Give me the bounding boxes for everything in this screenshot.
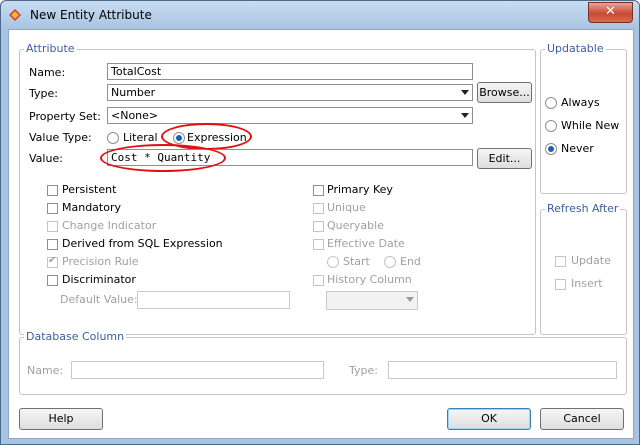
dialog-window: New Entity Attribute ✕ Attribute Name: T… (0, 0, 640, 445)
database-column-group: Database Column Name: Type: (19, 330, 627, 395)
chevron-down-icon (406, 297, 414, 302)
effective-date-label: Effective Date (327, 237, 405, 250)
end-label: End (400, 255, 421, 268)
dialog-body: Attribute Name: TotalCost Type: Number B… (8, 29, 634, 439)
derived-sql-checkbox[interactable] (47, 239, 58, 250)
always-radio[interactable] (545, 97, 557, 109)
window-title: New Entity Attribute (30, 8, 152, 22)
persistent-checkbox[interactable] (47, 185, 58, 196)
type-select[interactable]: Number (107, 84, 473, 101)
expression-radio[interactable] (173, 132, 185, 144)
value-type-label: Value Type: (29, 131, 92, 144)
history-column-checkbox (313, 275, 324, 286)
unique-checkbox (313, 203, 324, 214)
property-set-label: Property Set: (29, 110, 101, 123)
value-field[interactable]: Cost * Quantity (107, 149, 473, 166)
discriminator-label: Discriminator (62, 273, 136, 286)
db-type-label: Type: (349, 364, 378, 377)
cancel-button[interactable]: Cancel (540, 408, 624, 430)
type-label: Type: (29, 87, 58, 100)
close-button[interactable]: ✕ (588, 2, 633, 23)
expression-label[interactable]: Expression (187, 131, 247, 144)
chevron-down-icon (461, 90, 469, 95)
literal-radio[interactable] (107, 132, 119, 144)
help-button[interactable]: Help (19, 408, 103, 430)
property-set-select[interactable]: <None> (107, 107, 473, 124)
queryable-label: Queryable (327, 219, 384, 232)
name-field[interactable]: TotalCost (107, 63, 473, 80)
ok-button[interactable]: OK (447, 408, 531, 430)
mandatory-label: Mandatory (62, 201, 122, 214)
never-radio[interactable] (545, 143, 557, 155)
default-value-field (137, 291, 290, 309)
queryable-checkbox (313, 221, 324, 232)
primary-key-checkbox[interactable] (313, 185, 324, 196)
name-label: Name: (29, 66, 66, 79)
refresh-update-label: Update (571, 254, 611, 267)
precision-rule-checkbox (47, 255, 58, 268)
refresh-after-legend: Refresh After (545, 202, 621, 215)
db-type-field (388, 361, 617, 379)
while-new-radio[interactable] (545, 120, 557, 132)
close-icon: ✕ (605, 4, 616, 19)
db-name-field (71, 361, 324, 379)
database-column-legend: Database Column (24, 330, 127, 343)
type-select-value: Number (111, 86, 156, 99)
history-column-label: History Column (327, 273, 412, 286)
refresh-after-group: Refresh After Update Insert (540, 202, 627, 335)
unique-label: Unique (327, 201, 366, 214)
derived-sql-label: Derived from SQL Expression (62, 237, 223, 250)
effective-date-checkbox (313, 239, 324, 250)
updatable-legend: Updatable (545, 42, 606, 55)
attribute-group: Attribute Name: TotalCost Type: Number B… (19, 42, 536, 335)
app-icon (9, 9, 21, 21)
value-label: Value: (29, 152, 63, 165)
history-column-select (326, 291, 418, 310)
browse-button[interactable]: Browse... (477, 82, 532, 103)
refresh-insert-label: Insert (571, 277, 603, 290)
precision-rule-label: Precision Rule (62, 255, 139, 268)
start-label: Start (343, 255, 370, 268)
db-name-label: Name: (27, 364, 64, 377)
updatable-group: Updatable Always While New Never (540, 42, 627, 194)
mandatory-checkbox[interactable] (47, 203, 58, 214)
change-indicator-label: Change Indicator (62, 219, 157, 232)
edit-button[interactable]: Edit... (477, 148, 532, 169)
while-new-label[interactable]: While New (561, 119, 619, 132)
refresh-update-checkbox (555, 256, 566, 267)
change-indicator-checkbox (47, 221, 58, 232)
refresh-insert-checkbox (555, 279, 566, 290)
chevron-down-icon (461, 113, 469, 118)
primary-key-label: Primary Key (327, 183, 393, 196)
title-bar[interactable]: New Entity Attribute ✕ (1, 1, 639, 29)
attribute-legend: Attribute (24, 42, 77, 55)
persistent-label: Persistent (62, 183, 117, 196)
start-radio (327, 256, 339, 268)
literal-label[interactable]: Literal (123, 131, 158, 144)
default-value-label: Default Value: (60, 293, 138, 306)
discriminator-checkbox[interactable] (47, 275, 58, 286)
always-label[interactable]: Always (561, 96, 600, 109)
never-label[interactable]: Never (561, 142, 594, 155)
end-radio (384, 256, 396, 268)
property-set-value: <None> (111, 109, 159, 122)
